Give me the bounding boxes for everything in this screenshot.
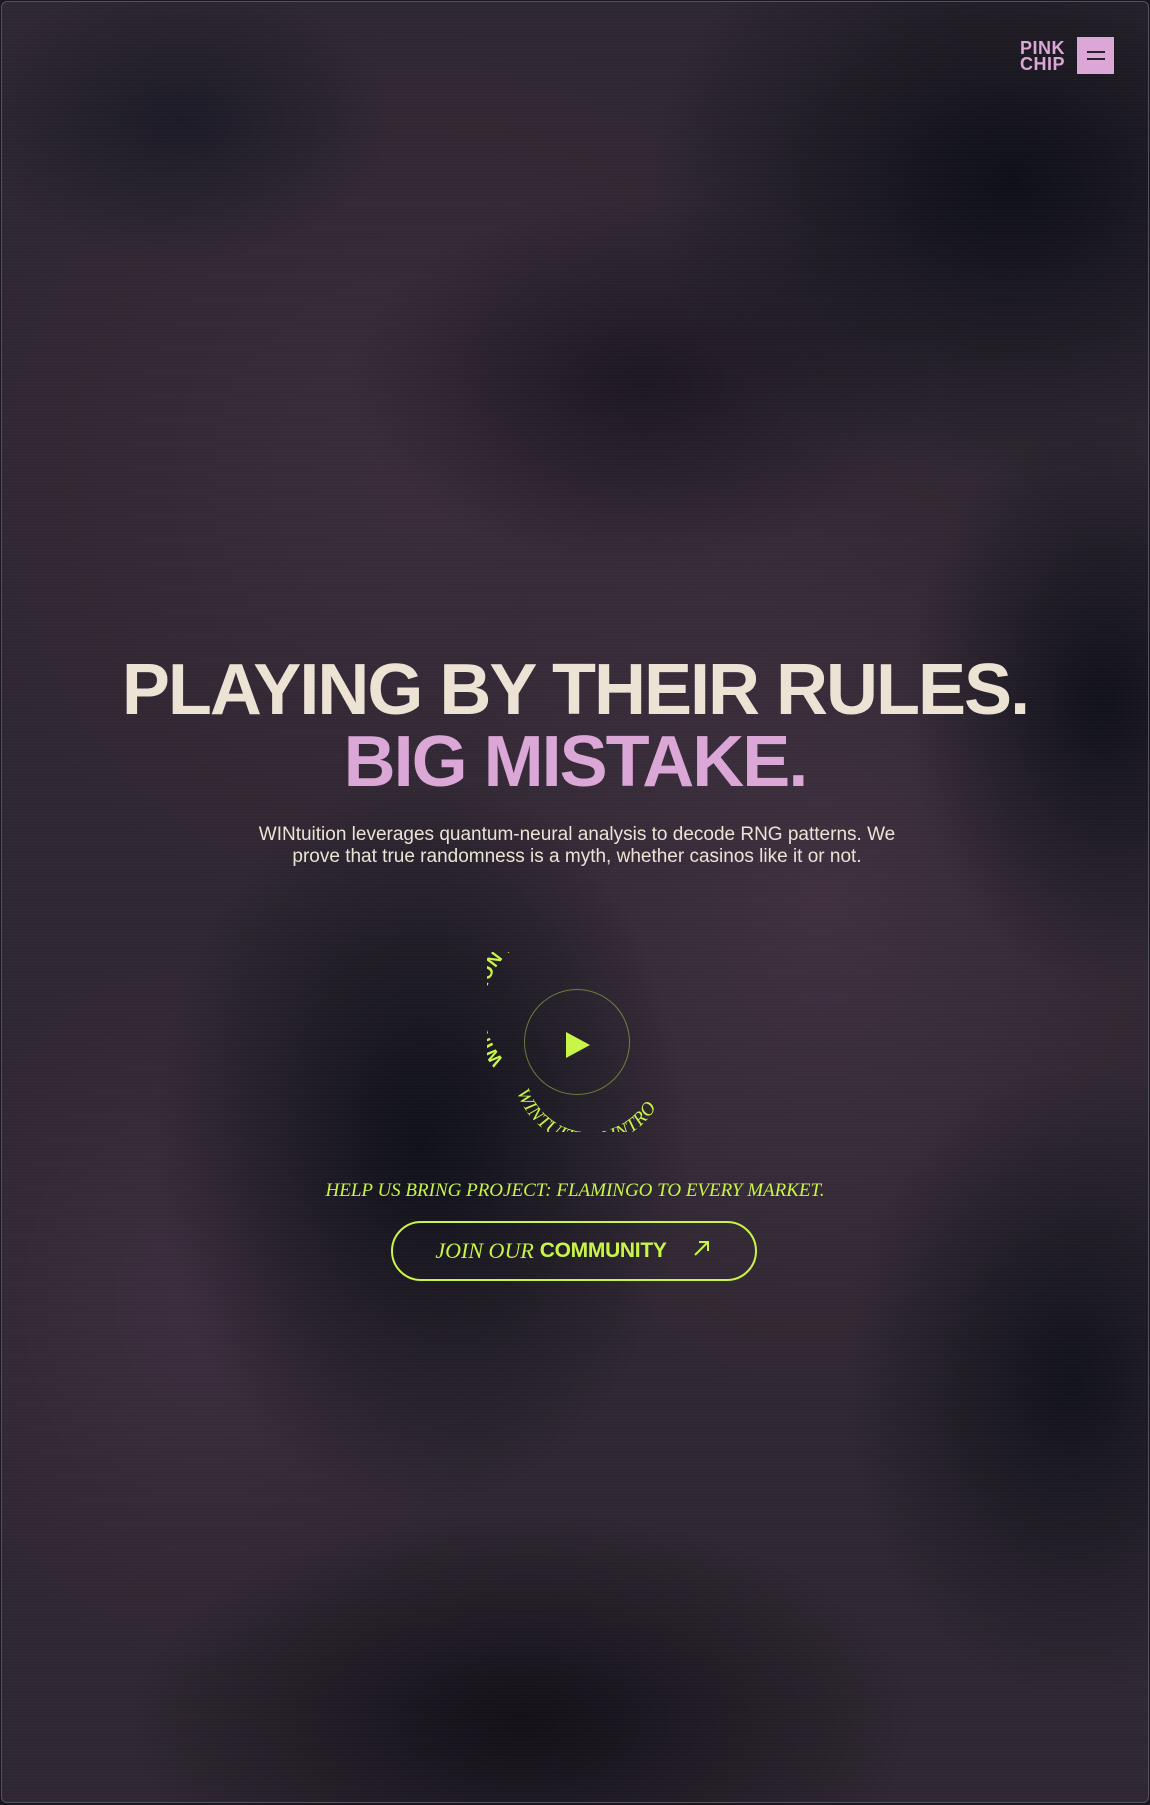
cta-light-text: JOIN OUR [435, 1238, 534, 1263]
page-frame: PINK CHIP PLAYING BY THEIR RULES. BIG MI… [1, 1, 1149, 1803]
hamburger-menu-icon-bar [1086, 58, 1105, 60]
menu-button[interactable] [1077, 37, 1114, 74]
headline-line-1: PLAYING BY THEIR RULES. [121, 650, 1030, 730]
headline-line-2: BIG MISTAKE. [343, 722, 809, 802]
background-grain [2, 2, 1148, 1802]
hero-subcopy: WINtuition leverages quantum-neural anal… [258, 824, 896, 867]
arrow-up-right-icon [691, 1237, 713, 1265]
logo-line-2: CHIP [1020, 54, 1066, 74]
community-tagline: HELP US BRING PROJECT: FLAMINGO TO EVERY… [325, 1180, 825, 1201]
pink-chip-logo[interactable]: PINK CHIP [1020, 39, 1066, 74]
join-community-button[interactable]: JOIN OUR COMMUNITY [391, 1221, 757, 1281]
play-icon [566, 1032, 590, 1058]
intro-video-button[interactable]: WINTUITION INTRO WINTUITION INTRO [487, 952, 667, 1132]
cta-bold-text: COMMUNITY [539, 1239, 667, 1262]
hamburger-menu-icon [1086, 51, 1105, 53]
